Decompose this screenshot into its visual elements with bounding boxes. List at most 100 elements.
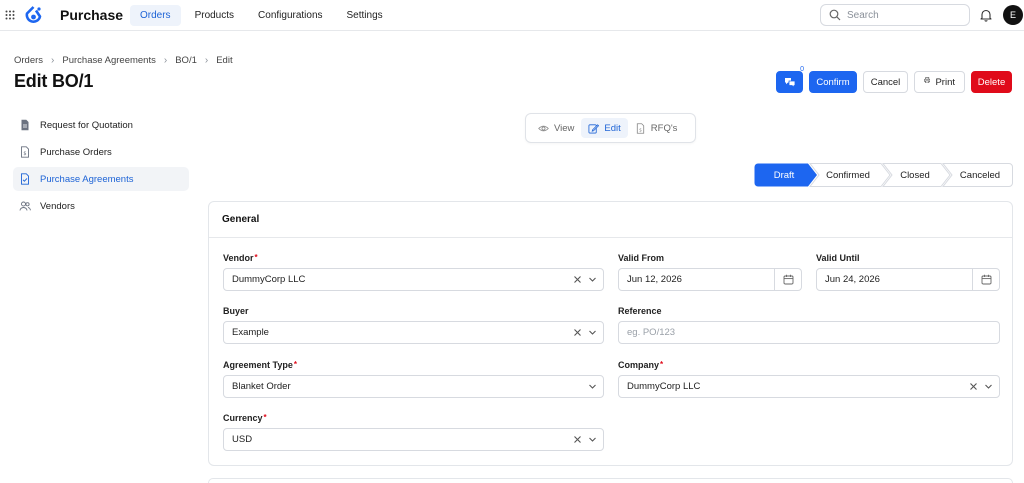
valid-from-label: Valid From <box>618 253 665 263</box>
svg-text:$: $ <box>23 151 26 157</box>
top-bar: Purchase Orders Products Configurations … <box>0 0 1024 31</box>
eye-icon <box>538 123 554 134</box>
messages-button[interactable]: 0 <box>776 66 804 93</box>
search-box[interactable] <box>820 4 970 26</box>
main-nav: Orders Products Configurations Settings <box>130 5 397 26</box>
sidebar-item-vendors[interactable]: Vendors <box>13 194 189 218</box>
required-asterisk: * <box>660 360 664 369</box>
general-card: General Vendor* DummyCorp LLC Valid From… <box>208 201 1013 466</box>
agreement-type-value: Blanket Order <box>232 381 291 392</box>
view-mode-toggle: View Edit $ RFQ's <box>525 113 696 143</box>
breadcrumb-orders[interactable]: Orders <box>14 55 43 66</box>
agreement-type-select[interactable]: Blanket Order <box>223 375 604 398</box>
rfqs-tab-label: RFQ's <box>650 122 678 134</box>
vendor-label-text: Vendor <box>223 253 254 263</box>
print-button[interactable]: Print <box>914 71 965 93</box>
company-value: DummyCorp LLC <box>627 381 701 392</box>
clear-icon[interactable] <box>573 328 582 337</box>
clear-icon[interactable] <box>573 275 582 284</box>
cancel-button[interactable]: Cancel <box>863 71 908 93</box>
chevron-right-icon: › <box>51 55 55 66</box>
chevron-down-icon[interactable] <box>588 382 597 391</box>
status-step-draft[interactable]: Draft <box>754 163 814 187</box>
user-avatar[interactable]: E <box>1003 5 1023 25</box>
search-input[interactable] <box>847 9 957 21</box>
edit-tab[interactable]: Edit <box>581 118 628 138</box>
breadcrumb-purchase-agreements[interactable]: Purchase Agreements <box>62 55 155 66</box>
sidebar-item-purchase-agreements[interactable]: Purchase Agreements <box>13 167 189 191</box>
action-bar: 0 Confirm Cancel Print Delete <box>776 66 1012 93</box>
valid-from-value: Jun 12, 2026 <box>627 274 682 285</box>
chevron-down-icon[interactable] <box>588 328 597 337</box>
vendor-value: DummyCorp LLC <box>232 274 306 285</box>
chevron-down-icon[interactable] <box>588 275 597 284</box>
rfqs-tab[interactable]: $ RFQ's <box>628 118 685 138</box>
search-icon <box>829 9 841 21</box>
sidebar-item-label: Request for Quotation <box>40 119 133 131</box>
nav-settings[interactable]: Settings <box>337 5 393 26</box>
buyer-select[interactable]: Example <box>223 321 604 344</box>
company-select[interactable]: DummyCorp LLC <box>618 375 1000 398</box>
sidebar-item-label: Purchase Agreements <box>40 173 134 185</box>
users-icon <box>19 200 40 212</box>
breadcrumb-bo1[interactable]: BO/1 <box>175 55 197 66</box>
reference-input[interactable]: eg. PO/123 <box>618 321 1000 344</box>
edit-pencil-icon <box>588 123 604 134</box>
app-logo-icon <box>25 6 42 24</box>
breadcrumb: Orders › Purchase Agreements › BO/1 › Ed… <box>14 55 233 66</box>
valid-until-value: Jun 24, 2026 <box>825 274 880 285</box>
file-check-icon <box>19 173 40 185</box>
breadcrumb-edit: Edit <box>216 55 233 66</box>
chevron-down-icon[interactable] <box>588 435 597 444</box>
valid-until-label: Valid Until <box>816 253 860 263</box>
app-title: Purchase <box>60 7 124 23</box>
valid-from-date-field[interactable]: Jun 12, 2026 <box>618 268 802 291</box>
delete-button[interactable]: Delete <box>971 71 1012 93</box>
sidebar: Request for Quotation $ Purchase Orders … <box>13 113 189 221</box>
buyer-value: Example <box>232 327 269 338</box>
confirm-button[interactable]: Confirm <box>809 71 857 93</box>
sidebar-item-label: Vendors <box>40 200 75 212</box>
bell-icon[interactable] <box>979 8 993 22</box>
general-card-title: General <box>209 202 1012 238</box>
calendar-icon[interactable] <box>774 269 801 290</box>
status-step-canceled[interactable]: Canceled <box>951 163 1009 187</box>
sidebar-item-label: Purchase Orders <box>40 146 112 158</box>
company-label: Company* <box>618 360 663 370</box>
next-section-card <box>208 478 1013 483</box>
view-tab[interactable]: View <box>531 118 581 138</box>
vendor-select[interactable]: DummyCorp LLC <box>223 268 604 291</box>
currency-select[interactable]: USD <box>223 428 604 451</box>
apps-grid-icon[interactable] <box>5 10 15 20</box>
valid-until-date-field[interactable]: Jun 24, 2026 <box>816 268 1000 291</box>
chevron-down-icon[interactable] <box>984 382 993 391</box>
company-label-text: Company <box>618 360 660 370</box>
status-steps: Draft Confirmed Closed Canceled <box>754 163 1013 187</box>
required-asterisk: * <box>254 253 258 262</box>
calendar-icon[interactable] <box>972 269 999 290</box>
sidebar-item-request-for-quotation[interactable]: Request for Quotation <box>13 113 189 137</box>
sidebar-item-purchase-orders[interactable]: $ Purchase Orders <box>13 140 189 164</box>
notification-count: 0 <box>800 66 804 73</box>
clear-icon[interactable] <box>969 382 978 391</box>
reference-label: Reference <box>618 306 662 316</box>
nav-orders[interactable]: Orders <box>130 5 181 26</box>
file-dollar-icon: $ <box>635 122 651 134</box>
reference-placeholder: eg. PO/123 <box>627 327 676 338</box>
agreement-type-label: Agreement Type* <box>223 360 297 370</box>
svg-text:$: $ <box>639 127 642 133</box>
currency-label-text: Currency <box>223 413 263 423</box>
buyer-label: Buyer <box>223 306 249 316</box>
clear-icon[interactable] <box>573 435 582 444</box>
view-tab-label: View <box>554 122 575 134</box>
chat-bubbles-icon <box>784 76 796 88</box>
printer-icon <box>924 77 931 87</box>
nav-products[interactable]: Products <box>185 5 244 26</box>
page-title: Edit BO/1 <box>14 71 94 91</box>
status-step-closed[interactable]: Closed <box>889 163 941 187</box>
edit-tab-label: Edit <box>604 122 621 134</box>
chevron-right-icon: › <box>204 55 209 66</box>
nav-configurations[interactable]: Configurations <box>248 5 332 26</box>
agreement-type-label-text: Agreement Type <box>223 360 293 370</box>
status-step-confirmed[interactable]: Confirmed <box>816 163 880 187</box>
